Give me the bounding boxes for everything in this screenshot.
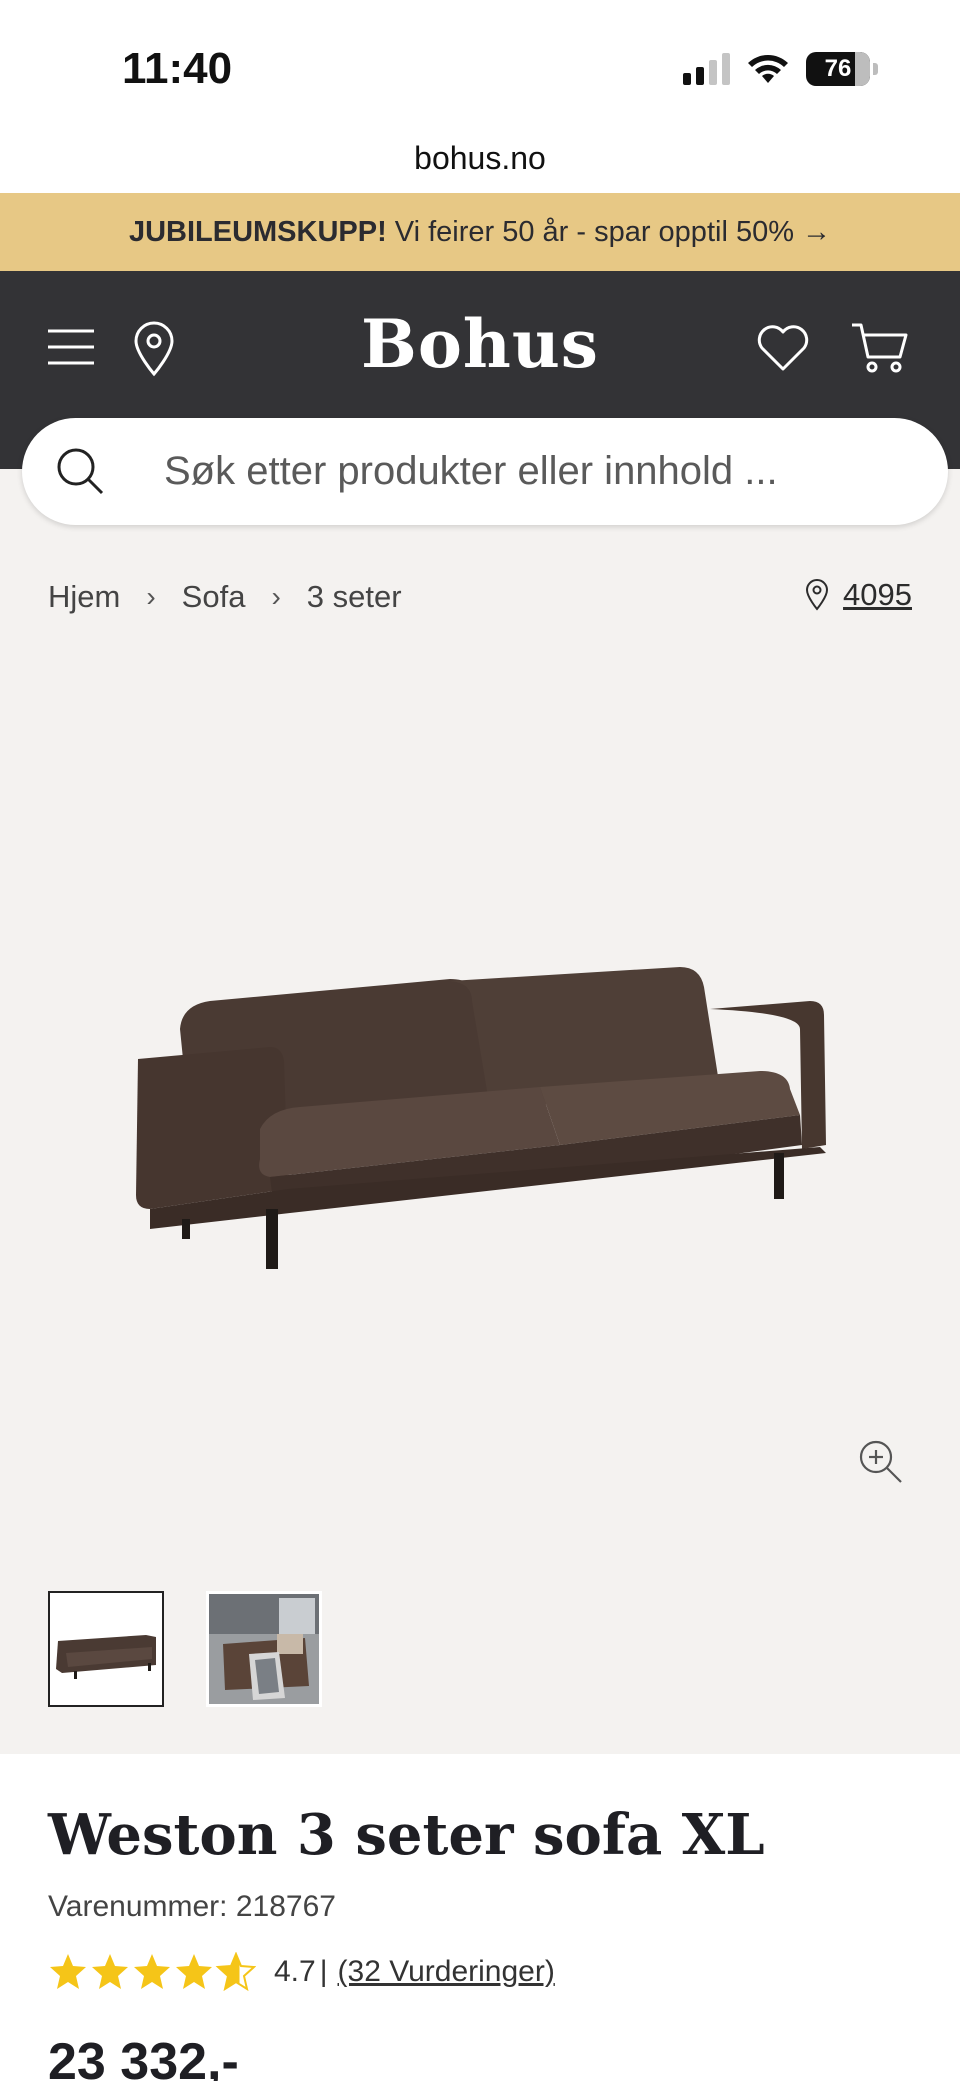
cart-icon[interactable]: [850, 321, 910, 375]
status-time: 11:40: [122, 44, 233, 93]
promo-bold: JUBILEUMSKUPP!: [128, 215, 387, 248]
breadcrumb-3-seter[interactable]: 3 seter: [307, 579, 402, 615]
product-info: Weston 3 seter sofa XL Varenummer: 21876…: [0, 1754, 960, 2081]
breadcrumb: Hjem › Sofa › 3 seter: [48, 579, 402, 615]
product-rating[interactable]: 4.7 | (32 Vurderinger): [48, 1952, 555, 1992]
product-image[interactable]: [120, 909, 840, 1269]
store-number: 4095: [843, 577, 912, 612]
star-icon: [50, 1954, 86, 1989]
star-icon: [134, 1954, 170, 1989]
search-input[interactable]: [164, 418, 924, 525]
status-icons: 76: [683, 52, 878, 86]
battery-icon: 76: [806, 52, 870, 86]
thumbnail-list: [48, 1591, 322, 1707]
wifi-icon: [748, 55, 788, 83]
promo-text: Vi feirer 50 år - spar opptil 50% →: [394, 215, 832, 248]
star-icon: [217, 1953, 255, 1990]
product-gallery: Hjem › Sofa › 3 seter 4095: [0, 469, 960, 1754]
chevron-right-icon: ›: [271, 581, 281, 612]
zoom-in-icon[interactable]: [858, 1439, 904, 1485]
thumbnail-2[interactable]: [206, 1591, 322, 1707]
rating-value: 4.7: [274, 1955, 316, 1988]
product-sku: Varenummer: 218767: [48, 1890, 336, 1923]
product-price: 23 332,-: [48, 2033, 239, 2081]
search-bar[interactable]: [22, 418, 948, 525]
breadcrumb-sofa[interactable]: Sofa: [182, 579, 246, 615]
reviews-link[interactable]: (32 Vurderinger): [338, 1955, 555, 1989]
star-rating: [50, 1953, 255, 1990]
bohus-logo[interactable]: Bohus: [0, 305, 960, 383]
battery-cap: [873, 63, 878, 75]
room-thumbnail-image: [209, 1594, 319, 1704]
rating-separator: |: [319, 1955, 328, 1988]
store-selector[interactable]: 4095: [805, 577, 912, 613]
thumbnail-1[interactable]: [48, 1591, 164, 1707]
chevron-right-icon: ›: [146, 581, 156, 612]
battery-level: 76: [824, 55, 852, 82]
search-icon: [57, 448, 104, 495]
product-title: Weston 3 seter sofa XL: [48, 1802, 765, 1868]
status-bar: 11:40 76 bohus.no: [0, 0, 960, 176]
breadcrumb-home[interactable]: Hjem: [48, 579, 120, 615]
star-icon: [92, 1954, 128, 1989]
url-bar[interactable]: bohus.no: [0, 140, 960, 177]
heart-icon[interactable]: [756, 323, 810, 373]
sofa-thumbnail-image: [56, 1635, 156, 1679]
star-icon: [176, 1954, 212, 1989]
location-pin-icon: [806, 579, 829, 611]
promo-banner[interactable]: JUBILEUMSKUPP! Vi feirer 50 år - spar op…: [0, 193, 960, 271]
cellular-signal-icon: [683, 53, 730, 85]
